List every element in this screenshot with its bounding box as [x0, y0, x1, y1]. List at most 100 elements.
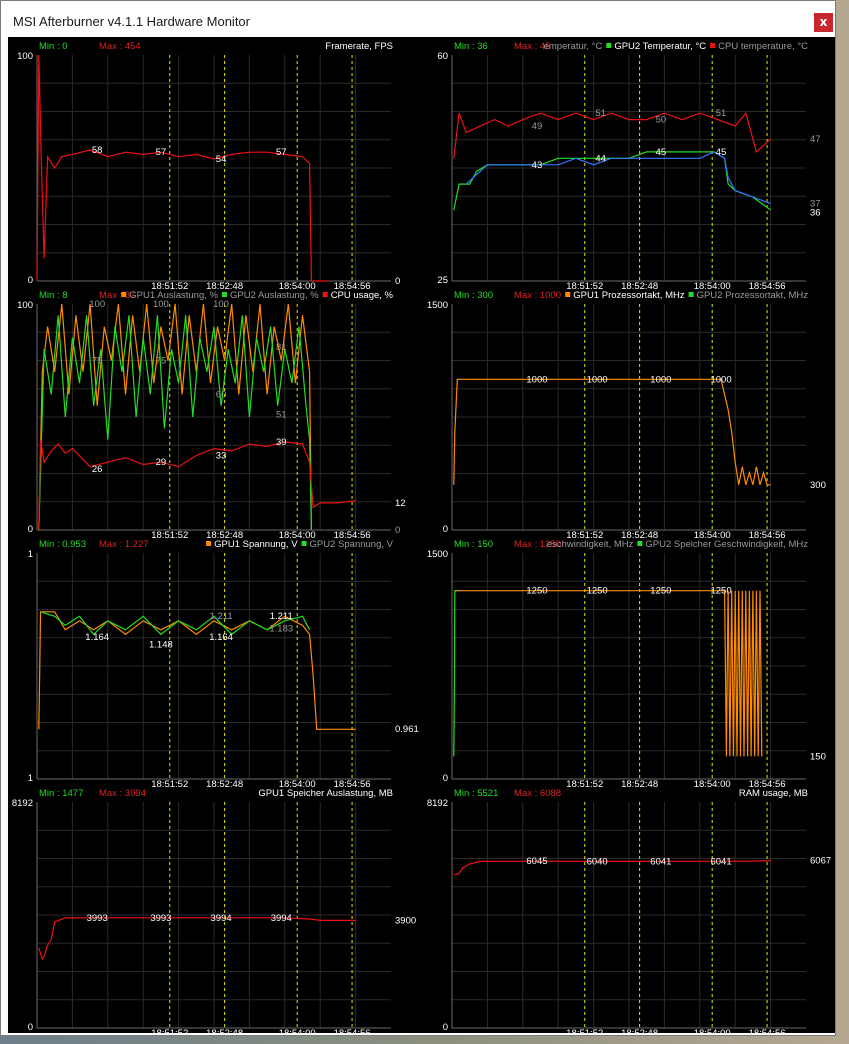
value-label: 1250	[587, 586, 608, 597]
value-label: 1000	[587, 374, 608, 385]
y-max-label: 100	[17, 51, 33, 62]
y-min-label: 0	[443, 1022, 448, 1033]
y-min-label: 0	[28, 1022, 33, 1033]
value-label: 29	[156, 457, 167, 468]
time-label: 18:54:00	[279, 1028, 316, 1033]
value-label: 1.148	[149, 639, 173, 650]
value-label: 1000	[526, 374, 547, 385]
value-label: 26	[92, 464, 103, 475]
legend-entry: GPU2 Auslastung, %	[230, 290, 319, 301]
value-label: 1.211	[210, 611, 233, 622]
end-value-label: 0	[395, 525, 400, 536]
max-label: Max : 1.227	[99, 539, 149, 550]
time-label: 18:51:52	[151, 779, 188, 790]
end-value-label: 0	[395, 276, 400, 287]
end-value-label: 150	[810, 751, 826, 762]
value-label: 33	[216, 450, 227, 461]
end-value-label: 36	[810, 208, 821, 219]
end-value-label: 300	[810, 480, 826, 491]
value-label: 1250	[710, 586, 731, 597]
min-label: Min : 300	[454, 290, 493, 301]
value-label: 3994	[271, 913, 292, 924]
end-value-label: 6067	[810, 856, 831, 867]
legend-entry: GPU1 Prozessortakt, MHz	[573, 290, 685, 301]
max-label: Max : 3994	[99, 788, 146, 799]
value-label: 39	[276, 437, 287, 448]
legend-entry: GPU2 Temperatur, °C	[614, 41, 706, 52]
min-label: Min : 5521	[454, 788, 498, 799]
legend-entry: emperatur, °C	[544, 41, 603, 52]
legend-entry: GPU2 Prozessortakt, MHz	[697, 290, 809, 301]
value-label: 1.183	[269, 623, 293, 634]
graph-panel-memclock: 18:51:52 18:52:48 18:54:00 18:54:56Min : 15…	[427, 539, 826, 790]
time-label: 18:52:48	[206, 779, 243, 790]
y-max-label: 8192	[427, 798, 448, 809]
value-label: 3993	[150, 913, 171, 924]
time-label: 18:54:00	[694, 779, 731, 790]
min-label: Min : 150	[454, 539, 493, 550]
y-max-label: 1500	[427, 300, 448, 311]
value-label: 60	[216, 389, 227, 400]
graph-panel-voltage: 18:51:52 18:52:48 18:54:00 18:54:56Min : 0.…	[28, 539, 419, 790]
value-label: 100	[89, 299, 105, 310]
legend-swatch	[565, 292, 571, 297]
value-label: 57	[156, 147, 167, 158]
legend-entry: GPU1 Spannung, V	[214, 539, 298, 550]
graph-panel-coreclock: 18:51:52 18:52:48 18:54:00 18:54:56Min : 30…	[427, 290, 826, 541]
monitor-graphs-area[interactable]: 18:51:52 18:52:48 18:54:00 18:54:56 Min : 0 M…	[8, 37, 835, 1033]
end-value-label: 3900	[395, 915, 416, 926]
legend-entry: CPU temperature, °C	[718, 41, 808, 52]
hardware-monitor-window: MSI Afterburner v4.1.1 Hardware Monitor …	[0, 0, 836, 1036]
legend-entry: GPU1 Speicher Auslastung, MB	[258, 788, 393, 799]
time-label: 18:52:48	[206, 1028, 243, 1033]
value-label: 100	[213, 299, 229, 310]
value-label: 49	[532, 121, 543, 132]
y-min-label: 1	[28, 773, 33, 784]
y-min-label: 0	[443, 773, 448, 784]
value-label: 6040	[587, 856, 608, 867]
legend-entry: GPU2 Speicher Geschwindigkeit, MHz	[645, 539, 808, 550]
legend-swatch	[710, 43, 716, 48]
value-label: 1000	[650, 374, 671, 385]
value-label: 1250	[650, 586, 671, 597]
min-label: Min : 36	[454, 41, 488, 52]
value-label: 45	[716, 147, 727, 158]
y-max-label: 1500	[427, 549, 448, 560]
time-label: 18:54:56	[334, 1028, 371, 1033]
window-title: MSI Afterburner v4.1.1 Hardware Monitor	[13, 14, 250, 29]
y-min-label: 0	[28, 524, 33, 535]
value-label: 44	[595, 153, 606, 164]
y-min-label: 0	[28, 275, 33, 286]
value-label: 75	[92, 356, 103, 367]
value-label: 1.164	[209, 632, 233, 643]
legend-entry: RAM usage, MB	[739, 788, 808, 799]
end-value-label: 47	[810, 134, 821, 145]
value-label: 1.164	[85, 632, 109, 643]
close-button[interactable]: x	[814, 13, 833, 32]
graphs-canvas: 18:51:52 18:52:48 18:54:00 18:54:56 Min : 0 M…	[12, 41, 831, 1033]
end-value-label: 0.961	[395, 724, 419, 735]
max-label: Max : 6088	[514, 788, 561, 799]
series-line	[453, 151, 771, 211]
time-label: 18:51:52	[566, 779, 603, 790]
y-min-label: 25	[437, 275, 448, 286]
min-label: Min : 1477	[39, 788, 83, 799]
value-label: 58	[92, 145, 103, 156]
value-label: 100	[153, 299, 169, 310]
value-label: 6041	[710, 856, 731, 867]
series-line	[38, 439, 356, 531]
legend-swatch	[121, 292, 127, 297]
max-label: Max : 454	[99, 41, 141, 52]
value-label: 3993	[87, 913, 108, 924]
value-label: 51	[276, 410, 287, 421]
value-label: 51	[716, 108, 727, 119]
legend-swatch	[322, 292, 328, 297]
value-label: 75	[156, 356, 167, 367]
value-label: 81	[276, 342, 287, 353]
value-label: 51	[595, 108, 606, 119]
title-bar[interactable]: MSI Afterburner v4.1.1 Hardware Monitor …	[1, 1, 835, 37]
value-label: 43	[532, 160, 543, 171]
legend-entry: CPU usage, %	[331, 290, 394, 301]
time-label: 18:51:52	[151, 530, 188, 541]
y-max-label: 8192	[12, 798, 33, 809]
